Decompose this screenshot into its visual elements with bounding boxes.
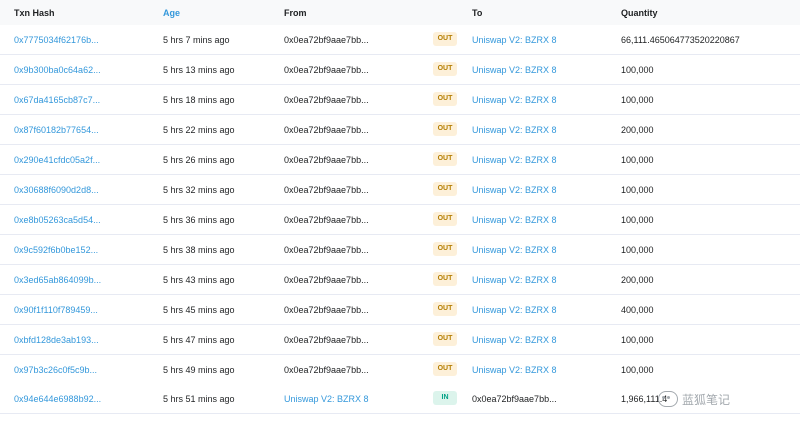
- quantity-value: 100,000: [621, 365, 654, 375]
- direction-badge: OUT: [433, 62, 457, 76]
- to-address[interactable]: Uniswap V2: BZRX 8: [472, 245, 557, 255]
- table-header: Txn Hash Age From To Quantity: [0, 0, 800, 26]
- from-address[interactable]: 0x0ea72bf9aae7bb...: [284, 95, 369, 105]
- wechat-icon: [658, 391, 678, 407]
- txn-hash-link[interactable]: 0x90f1f110f789459...: [14, 305, 98, 315]
- txn-age: 5 hrs 49 mins ago: [163, 365, 235, 375]
- from-address[interactable]: 0x0ea72bf9aae7bb...: [284, 335, 369, 345]
- quantity-value: 200,000: [621, 125, 654, 135]
- from-address[interactable]: 0x0ea72bf9aae7bb...: [284, 275, 369, 285]
- quantity-value: 200,000: [621, 275, 654, 285]
- txn-hash-link[interactable]: 0x9c592f6b0be152...: [14, 245, 98, 255]
- table-row: 0x9c592f6b0be152... 5 hrs 38 mins ago 0x0e…: [0, 235, 800, 265]
- quantity-value: 100,000: [621, 65, 654, 75]
- direction-badge: OUT: [433, 182, 457, 196]
- txn-age: 5 hrs 43 mins ago: [163, 275, 235, 285]
- txn-hash-link[interactable]: 0x97b3c26c0f5c9b...: [14, 365, 97, 375]
- to-address[interactable]: Uniswap V2: BZRX 8: [472, 155, 557, 165]
- txn-hash-link[interactable]: 0x290e41cfdc05a2f...: [14, 155, 100, 165]
- txn-hash-link[interactable]: 0x30688f6090d2d8...: [14, 185, 99, 195]
- direction-badge: OUT: [433, 272, 457, 286]
- txn-age: 5 hrs 26 mins ago: [163, 155, 235, 165]
- txn-hash-link[interactable]: 0x3ed65ab864099b...: [14, 275, 101, 285]
- txn-age: 5 hrs 13 mins ago: [163, 65, 235, 75]
- table-row: 0x7775034f62176b... 5 hrs 7 mins ago 0x0ea…: [0, 25, 800, 55]
- to-address[interactable]: Uniswap V2: BZRX 8: [472, 125, 557, 135]
- direction-badge: OUT: [433, 122, 457, 136]
- to-address[interactable]: Uniswap V2: BZRX 8: [472, 95, 557, 105]
- to-address[interactable]: Uniswap V2: BZRX 8: [472, 365, 557, 375]
- direction-badge: OUT: [433, 152, 457, 166]
- direction-badge: OUT: [433, 302, 457, 316]
- col-age-toggle[interactable]: Age: [163, 8, 180, 18]
- table-row: 0x30688f6090d2d8... 5 hrs 32 mins ago 0x0e…: [0, 175, 800, 205]
- txn-age: 5 hrs 45 mins ago: [163, 305, 235, 315]
- txn-age: 5 hrs 32 mins ago: [163, 185, 235, 195]
- table-row: 0x87f60182b77654... 5 hrs 22 mins ago 0x0e…: [0, 115, 800, 145]
- quantity-value: 100,000: [621, 215, 654, 225]
- txn-age: 5 hrs 51 mins ago: [163, 394, 235, 404]
- txn-hash-link[interactable]: 0xbfd128de3ab193...: [14, 335, 99, 345]
- quantity-value: 100,000: [621, 155, 654, 165]
- quantity-value: 100,000: [621, 335, 654, 345]
- direction-badge: OUT: [433, 362, 457, 376]
- watermark-text: 蓝狐笔记: [682, 392, 731, 407]
- quantity-value: 400,000: [621, 305, 654, 315]
- from-address[interactable]: 0x0ea72bf9aae7bb...: [284, 245, 369, 255]
- txn-hash-link[interactable]: 0x7775034f62176b...: [14, 35, 99, 45]
- table-row: 0xe8b05263ca5d54... 5 hrs 36 mins ago 0x0e…: [0, 205, 800, 235]
- col-to: To: [472, 8, 483, 18]
- direction-badge: OUT: [433, 212, 457, 226]
- txn-age: 5 hrs 47 mins ago: [163, 335, 235, 345]
- table-row: 0xbfd128de3ab193... 5 hrs 47 mins ago 0x0e…: [0, 325, 800, 355]
- txn-hash-link[interactable]: 0x9b300ba0c64a62...: [14, 65, 101, 75]
- direction-badge: IN: [433, 391, 457, 405]
- direction-badge: OUT: [433, 242, 457, 256]
- quantity-value: 66,111.465064773520220867: [621, 35, 740, 45]
- txn-hash-link[interactable]: 0x87f60182b77654...: [14, 125, 99, 135]
- from-address[interactable]: 0x0ea72bf9aae7bb...: [284, 35, 369, 45]
- to-address[interactable]: Uniswap V2: BZRX 8: [472, 35, 557, 45]
- direction-badge: OUT: [433, 92, 457, 106]
- txn-hash-link[interactable]: 0x94e644e6988b92...: [14, 394, 101, 404]
- from-address[interactable]: 0x0ea72bf9aae7bb...: [284, 185, 369, 195]
- from-address[interactable]: 0x0ea72bf9aae7bb...: [284, 155, 369, 165]
- txn-hash-link[interactable]: 0x67da4165cb87c7...: [14, 95, 100, 105]
- table-row: 0x3ed65ab864099b... 5 hrs 43 mins ago 0x0e…: [0, 265, 800, 295]
- quantity-value: 100,000: [621, 245, 654, 255]
- from-address[interactable]: 0x0ea72bf9aae7bb...: [284, 65, 369, 75]
- from-address[interactable]: 0x0ea72bf9aae7bb...: [284, 125, 369, 135]
- to-address[interactable]: Uniswap V2: BZRX 8: [472, 215, 557, 225]
- table-row: 0x290e41cfdc05a2f... 5 hrs 26 mins ago 0x0…: [0, 145, 800, 175]
- txn-hash-link[interactable]: 0xe8b05263ca5d54...: [14, 215, 101, 225]
- table-row: 0x67da4165cb87c7... 5 hrs 18 mins ago 0x0e…: [0, 85, 800, 115]
- quantity-value: 100,000: [621, 185, 654, 195]
- from-address[interactable]: 0x0ea72bf9aae7bb...: [284, 365, 369, 375]
- to-address[interactable]: 0x0ea72bf9aae7bb...: [472, 394, 557, 404]
- to-address[interactable]: Uniswap V2: BZRX 8: [472, 305, 557, 315]
- table-row: 0x97b3c26c0f5c9b... 5 hrs 49 mins ago 0x0e…: [0, 355, 800, 385]
- to-address[interactable]: Uniswap V2: BZRX 8: [472, 65, 557, 75]
- from-address[interactable]: Uniswap V2: BZRX 8: [284, 394, 369, 404]
- watermark: 蓝狐笔记: [658, 388, 786, 410]
- txn-age: 5 hrs 36 mins ago: [163, 215, 235, 225]
- txn-age: 5 hrs 38 mins ago: [163, 245, 235, 255]
- table-row: 0x9b300ba0c64a62... 5 hrs 13 mins ago 0x0e…: [0, 55, 800, 85]
- to-address[interactable]: Uniswap V2: BZRX 8: [472, 335, 557, 345]
- quantity-value: 100,000: [621, 95, 654, 105]
- direction-badge: OUT: [433, 32, 457, 46]
- table-row: 0x90f1f110f789459... 5 hrs 45 mins ago 0x0…: [0, 295, 800, 325]
- txn-age: 5 hrs 18 mins ago: [163, 95, 235, 105]
- to-address[interactable]: Uniswap V2: BZRX 8: [472, 185, 557, 195]
- col-txn-hash: Txn Hash: [14, 8, 55, 18]
- from-address[interactable]: 0x0ea72bf9aae7bb...: [284, 215, 369, 225]
- direction-badge: OUT: [433, 332, 457, 346]
- col-quantity: Quantity: [621, 8, 658, 18]
- col-from: From: [284, 8, 307, 18]
- to-address[interactable]: Uniswap V2: BZRX 8: [472, 275, 557, 285]
- txn-age: 5 hrs 7 mins ago: [163, 35, 230, 45]
- from-address[interactable]: 0x0ea72bf9aae7bb...: [284, 305, 369, 315]
- txn-age: 5 hrs 22 mins ago: [163, 125, 235, 135]
